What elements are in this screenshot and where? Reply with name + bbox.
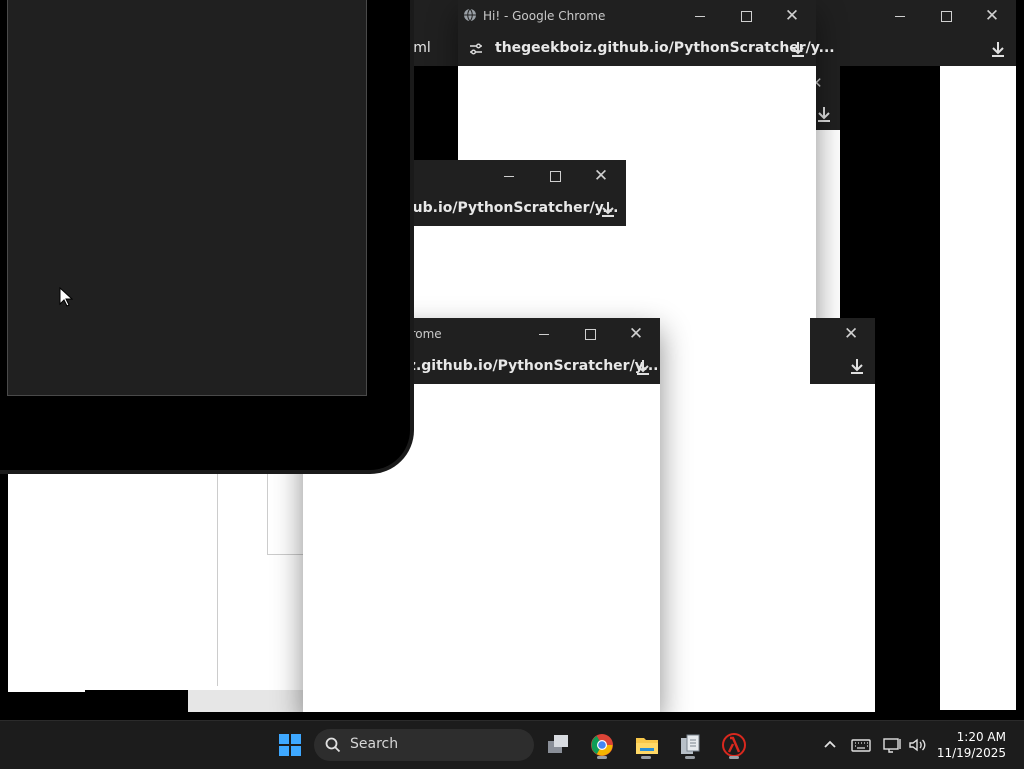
url-text[interactable]: thub.io/PythonScratcher/y... (396, 200, 618, 216)
address-bar[interactable]: thub.io/PythonScratcher/y... (392, 192, 626, 226)
chrome-icon (591, 734, 613, 756)
dark-panel-window[interactable] (7, 0, 367, 396)
start-button[interactable] (274, 729, 306, 761)
download-icon[interactable] (633, 357, 653, 377)
taskbar-file-explorer[interactable] (630, 729, 662, 761)
blank-window-right: ✕ (660, 318, 875, 712)
network-icon[interactable] (883, 735, 903, 755)
close-button[interactable]: ✕ (591, 166, 611, 186)
clock-date: 11/19/2025 (936, 746, 1006, 760)
task-view-icon (548, 735, 568, 753)
taskbar-search[interactable]: Search (314, 729, 534, 761)
download-icon[interactable] (788, 39, 808, 59)
search-icon (325, 737, 341, 753)
taskbar-app-documents[interactable] (674, 729, 706, 761)
download-icon[interactable] (598, 199, 618, 219)
show-hidden-icons-chevron-up-icon[interactable] (820, 735, 840, 755)
gray-strip (188, 690, 303, 712)
maximize-button[interactable] (545, 166, 565, 186)
desktop-white-area-right (940, 66, 1016, 710)
close-button[interactable]: ✕ (982, 6, 1002, 26)
system-clock[interactable]: 1:20 AM 11/19/2025 (937, 729, 1006, 761)
volume-icon[interactable] (907, 735, 927, 755)
task-view-button[interactable] (542, 729, 574, 761)
close-button[interactable]: ✕ (626, 324, 646, 344)
minimize-button[interactable] (690, 6, 710, 26)
mouse-cursor-icon (59, 287, 73, 307)
running-indicator (641, 756, 651, 759)
titlebar: Hi! - Google Chrome ✕ (458, 0, 816, 32)
titlebar: e ✕ (392, 160, 626, 192)
blank-window-left-3 (267, 470, 308, 555)
site-settings-icon[interactable] (468, 41, 484, 57)
minimize-button[interactable] (499, 166, 519, 186)
maximize-button[interactable] (936, 6, 956, 26)
minimize-button[interactable] (534, 324, 554, 344)
black-strip (85, 690, 188, 708)
minimize-button[interactable] (890, 6, 910, 26)
running-indicator (597, 756, 607, 759)
documents-icon (681, 734, 700, 754)
lambda-icon (722, 733, 746, 757)
running-indicator (685, 756, 695, 759)
globe-icon (464, 8, 476, 22)
close-button[interactable]: ✕ (844, 324, 858, 344)
keyboard-icon[interactable] (851, 735, 871, 755)
download-icon[interactable] (988, 39, 1008, 59)
maximize-button[interactable] (736, 6, 756, 26)
titlebar: ✕ (810, 318, 875, 384)
taskbar: Search 1:20 AM 11/19/2025 (0, 720, 1024, 769)
address-bar[interactable]: thegeekboiz.github.io/PythonScratcher/y.… (458, 32, 835, 66)
maximize-button[interactable] (580, 324, 600, 344)
windows-logo-icon (279, 734, 301, 756)
running-indicator (729, 756, 739, 759)
close-button[interactable]: ✕ (782, 6, 802, 26)
clock-time: 1:20 AM (956, 730, 1006, 744)
folder-icon (636, 738, 658, 754)
taskbar-lambda-app[interactable] (718, 729, 750, 761)
url-text[interactable]: iz.github.io/PythonScratcher/y... (403, 358, 658, 374)
search-label: Search (350, 736, 399, 752)
window-title: Hi! - Google Chrome (483, 9, 606, 23)
download-icon[interactable] (847, 356, 867, 376)
taskbar-chrome[interactable] (586, 729, 618, 761)
url-text[interactable]: thegeekboiz.github.io/PythonScratcher/y.… (495, 40, 835, 56)
download-icon (818, 107, 830, 122)
browser-window-middle[interactable]: e ✕ thub.io/PythonScratcher/y... (392, 160, 626, 330)
